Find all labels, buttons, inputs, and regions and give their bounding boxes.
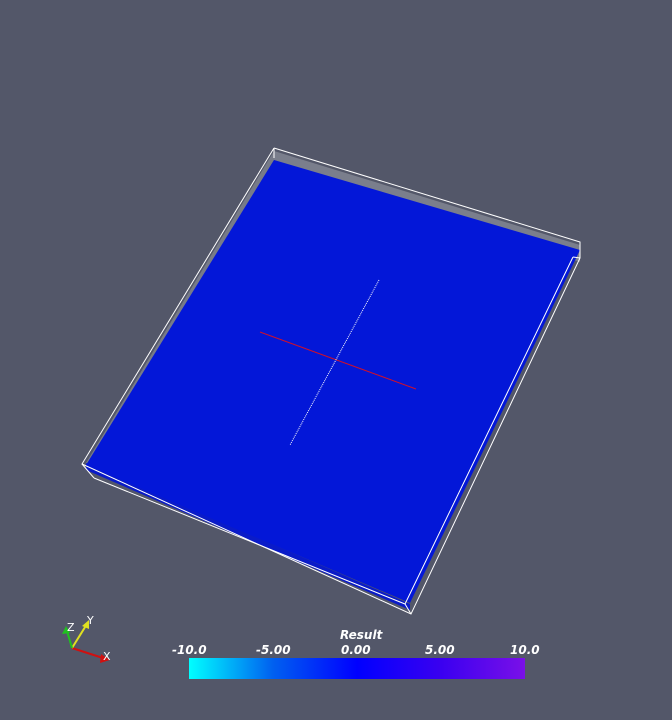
3d-scene[interactable]: X Y Z <box>0 0 672 720</box>
orientation-axes-widget[interactable]: X Y Z <box>62 614 111 663</box>
orientation-y-label: Y <box>86 614 94 627</box>
colorbar-tick-label: -5.00 <box>256 643 291 657</box>
colorbar-tick-label: -10.0 <box>172 643 207 657</box>
render-viewport[interactable]: X Y Z Result -10.0 -5.00 0.00 5.00 10.0 <box>0 0 672 720</box>
orientation-z-label: Z <box>67 621 75 634</box>
colorbar-gradient[interactable] <box>189 658 525 679</box>
colorbar-tick-label: 10.0 <box>510 643 540 657</box>
colorbar-title: Result <box>340 628 383 642</box>
orientation-x-label: X <box>103 650 111 663</box>
colorbar-tick-label: 5.00 <box>425 643 455 657</box>
colorbar-tick-label: 0.00 <box>341 643 371 657</box>
